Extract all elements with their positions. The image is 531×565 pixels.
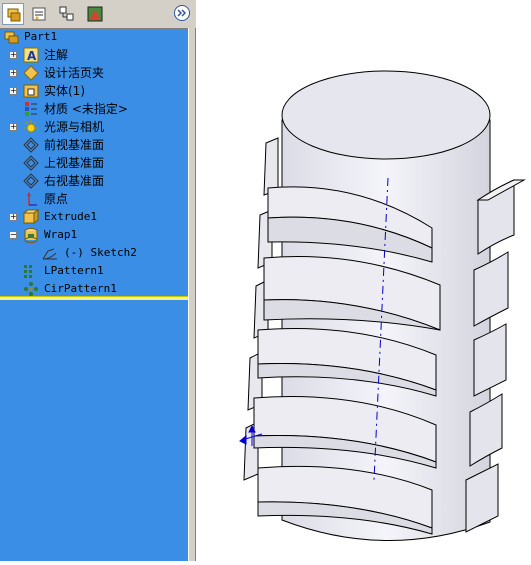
expand-toggle[interactable]: + bbox=[9, 123, 17, 131]
tree-item-lights-cameras[interactable]: + 光源与相机 bbox=[0, 118, 196, 136]
sketch-icon bbox=[42, 248, 57, 260]
design-binder-icon bbox=[23, 65, 39, 81]
wrap-icon bbox=[24, 228, 38, 243]
tree-item-solid-bodies[interactable]: + 实体(1) bbox=[0, 82, 196, 100]
material-icon bbox=[25, 102, 37, 116]
svg-text:A: A bbox=[27, 49, 37, 63]
tree-item-label: 前视基准面 bbox=[44, 138, 105, 152]
circular-pattern-icon bbox=[24, 282, 38, 296]
tree-item-material[interactable]: 材质 <未指定> bbox=[0, 100, 196, 118]
expand-toggle[interactable]: + bbox=[9, 87, 17, 95]
tree-item-top-plane[interactable]: 上视基准面 bbox=[0, 154, 196, 172]
panel-splitter[interactable] bbox=[188, 28, 196, 561]
tree-item-right-plane[interactable]: 右视基准面 bbox=[0, 172, 196, 190]
collapse-toggle[interactable]: − bbox=[9, 231, 17, 239]
tree-item-sketch2[interactable]: (-) Sketch2 bbox=[0, 244, 196, 262]
cylinder-top-face bbox=[281, 70, 491, 160]
tree-item-label: 右视基准面 bbox=[44, 174, 105, 188]
extrude-icon bbox=[23, 209, 39, 224]
manager-tabs-toolbar bbox=[0, 0, 196, 29]
tree-item-annotations[interactable]: + A 注解 bbox=[0, 46, 196, 64]
tree-root-part[interactable]: Part1 bbox=[0, 28, 196, 46]
tree-item-wrap1[interactable]: − Wrap1 bbox=[0, 226, 196, 244]
display-manager-tab[interactable] bbox=[84, 3, 106, 25]
tree-item-lpattern1[interactable]: LPattern1 bbox=[0, 262, 196, 280]
display-manager-icon bbox=[87, 6, 103, 22]
tree-item-label: Wrap1 bbox=[44, 228, 78, 241]
plane-icon bbox=[23, 173, 39, 189]
tree-item-extrude1[interactable]: + Extrude1 bbox=[0, 208, 196, 226]
tree-item-label: 光源与相机 bbox=[44, 120, 105, 134]
origin-icon bbox=[27, 192, 37, 206]
part-icon bbox=[4, 31, 19, 44]
feature-manager-tab[interactable] bbox=[2, 3, 24, 25]
plane-icon bbox=[23, 155, 39, 171]
expand-toggle[interactable]: + bbox=[9, 51, 17, 59]
tree-item-label: 注解 bbox=[44, 48, 69, 62]
tree-item-label: CirPattern1 bbox=[44, 282, 117, 295]
tree-item-label: Extrude1 bbox=[44, 210, 97, 223]
configuration-manager-tab[interactable] bbox=[56, 3, 78, 25]
tree-item-front-plane[interactable]: 前视基准面 bbox=[0, 136, 196, 154]
expand-toggle[interactable]: + bbox=[9, 69, 17, 77]
lights-cameras-icon bbox=[24, 120, 38, 133]
solid-bodies-icon bbox=[23, 84, 39, 98]
tree-item-label: 实体(1) bbox=[44, 84, 85, 98]
graphics-viewport[interactable] bbox=[196, 0, 531, 561]
part-model-view bbox=[239, 70, 526, 541]
tree-item-label: 原点 bbox=[44, 192, 69, 206]
tree-item-label: 材质 <未指定> bbox=[44, 102, 128, 116]
rollback-bar[interactable] bbox=[0, 296, 188, 300]
property-manager-tab[interactable] bbox=[28, 3, 50, 25]
expand-toggle[interactable]: + bbox=[9, 213, 17, 221]
linear-pattern-icon bbox=[24, 265, 32, 278]
expand-panel-button[interactable] bbox=[174, 5, 190, 21]
annotations-icon: A bbox=[23, 47, 39, 63]
feature-manager-panel: Part1 + A 注解 + 设计活页夹 + 实体(1) 材质 <未指定> + … bbox=[0, 0, 196, 561]
feature-manager-icon bbox=[7, 8, 21, 22]
double-chevron-right-icon bbox=[177, 9, 187, 17]
plane-icon bbox=[23, 137, 39, 153]
tree-item-origin[interactable]: 原点 bbox=[0, 190, 196, 208]
tree-root-label: Part1 bbox=[24, 30, 58, 43]
tree-item-label: (-) Sketch2 bbox=[64, 246, 137, 259]
tree-item-label: 设计活页夹 bbox=[44, 66, 105, 80]
configuration-manager-icon bbox=[59, 6, 74, 21]
tree-item-label: 上视基准面 bbox=[44, 156, 105, 170]
tree-item-label: LPattern1 bbox=[44, 264, 104, 277]
property-manager-icon bbox=[32, 7, 46, 21]
tree-item-design-binder[interactable]: + 设计活页夹 bbox=[0, 64, 196, 82]
